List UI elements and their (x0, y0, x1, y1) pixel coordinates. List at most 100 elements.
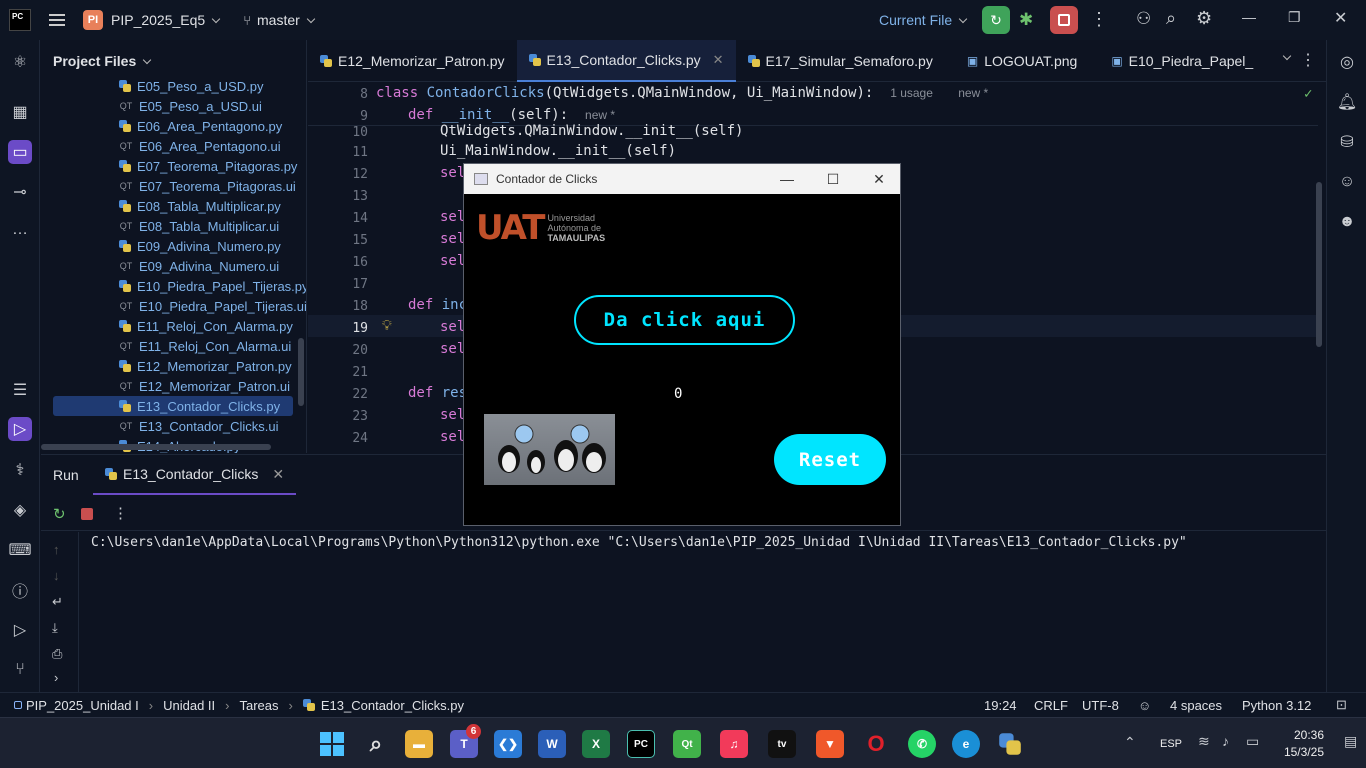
layers-icon[interactable]: ◈ (8, 498, 32, 522)
run-tab-title[interactable]: Run (53, 467, 79, 483)
teams-icon[interactable]: T6 (450, 724, 481, 758)
breadcrumb-item[interactable]: PIP_2025_Unidad I (26, 698, 139, 713)
reset-button[interactable]: Reset (774, 434, 886, 485)
more-tools-icon[interactable]: … (8, 218, 32, 242)
tab-e12[interactable]: E12_Memorizar_Patron.py (308, 40, 517, 82)
python-taskbar-icon[interactable] (999, 730, 1027, 758)
plugins-icon[interactable]: ⚛ (8, 50, 32, 74)
qt-maximize-icon[interactable]: ☐ (810, 164, 856, 194)
tree-item[interactable]: QT E13_Contador_Clicks.ui (119, 416, 279, 436)
tree-item[interactable]: QT E12_Memorizar_Patron.ui (119, 376, 290, 396)
tab-e13[interactable]: E13_Contador_Clicks.py ✕ (516, 39, 736, 82)
indent-setting[interactable]: 4 spaces (1170, 698, 1222, 713)
file-explorer-icon[interactable]: ▬ (405, 730, 433, 758)
qt-window-titlebar[interactable]: Contador de Clicks — ☐ ✕ (464, 164, 900, 194)
run-config-tab[interactable]: E13_Contador_Clicks ✕ (93, 455, 297, 495)
windows-start-icon[interactable] (318, 730, 346, 758)
rerun-icon[interactable]: ↻ (53, 505, 66, 523)
run-button[interactable]: ↻ (982, 6, 1010, 34)
notifications-bell-icon[interactable]: 🔔︎ (1335, 90, 1359, 114)
stop-button[interactable] (1050, 6, 1078, 34)
tree-item[interactable]: QT E08_Tabla_Multiplicar.ui (119, 216, 279, 236)
python-console-icon[interactable]: ⚕ (8, 458, 32, 482)
file-encoding[interactable]: UTF-8 (1082, 698, 1119, 713)
tree-item[interactable]: E11_Reloj_Con_Alarma.py (119, 316, 293, 336)
breadcrumb-item[interactable]: Tareas (240, 698, 279, 713)
minimize-icon[interactable]: — (1242, 9, 1256, 25)
notification-center-icon[interactable]: ▤ (1344, 733, 1357, 750)
music-icon[interactable]: ♫ (720, 730, 748, 758)
line-separator[interactable]: CRLF (1034, 698, 1068, 713)
edge-icon[interactable]: e (952, 730, 980, 758)
tree-item[interactable]: QT E07_Teorema_Pitagoras.ui (119, 176, 296, 196)
run-tool-icon[interactable]: ▷ (8, 417, 32, 441)
click-here-button[interactable]: Da click aqui (574, 295, 795, 345)
print-icon[interactable]: ⎙ (52, 646, 62, 662)
qt-minimize-icon[interactable]: — (764, 164, 810, 194)
todo-list-icon[interactable]: ☰ (8, 378, 32, 402)
run-config-selector[interactable]: Current File (879, 12, 968, 28)
tree-item[interactable]: QT E09_Adivina_Numero.ui (119, 256, 279, 276)
qt-close-icon[interactable]: ✕ (856, 164, 902, 194)
settings-gear-icon[interactable]: ⚙ (1196, 8, 1212, 29)
opera-icon[interactable]: O (862, 730, 890, 758)
breadcrumb-item[interactable]: E13_Contador_Clicks.py (321, 698, 464, 713)
maximize-icon[interactable]: ❐ (1288, 9, 1301, 26)
close-tab-icon[interactable]: ✕ (272, 466, 284, 483)
tree-item[interactable]: QT E10_Piedra_Papel_Tijeras.ui (119, 296, 306, 316)
tree-item[interactable]: E08_Tabla_Multiplicar.py (119, 196, 281, 216)
project-folder-icon[interactable]: ▭ (8, 140, 32, 164)
tree-item[interactable]: E13_Contador_Clicks.py (53, 396, 293, 416)
clock-date[interactable]: 15/3/25 (1280, 745, 1324, 759)
clock-time[interactable]: 20:36 (1286, 728, 1324, 742)
tab-logo[interactable]: ▣ LOGOUAT.png (955, 40, 1089, 82)
tree-item[interactable]: QT E06_Area_Pentagono.ui (119, 136, 281, 156)
arrow-up-icon[interactable]: ↑ (53, 542, 60, 557)
tree-item[interactable]: QT E05_Peso_a_USD.ui (119, 96, 262, 116)
close-tab-icon[interactable]: ✕ (713, 52, 724, 68)
pycharm-icon[interactable]: PC (627, 730, 655, 758)
volume-icon[interactable]: ♪ (1222, 733, 1229, 749)
search-icon[interactable]: ⌕ (362, 730, 390, 758)
expand-icon[interactable]: › (54, 670, 58, 685)
tab-e10[interactable]: ▣ E10_Piedra_Papel_ (1099, 40, 1265, 82)
python-interpreter[interactable]: Python 3.12 (1242, 698, 1311, 713)
lock-icon[interactable]: ⊡ (1336, 697, 1347, 713)
main-menu-icon[interactable] (49, 14, 65, 26)
more-options-icon[interactable]: ⋮ (1090, 9, 1108, 30)
commit-icon[interactable]: ⊸ (8, 180, 32, 204)
tab-e17[interactable]: E17_Simular_Semaforo.py (736, 40, 945, 82)
chat-icon[interactable]: ☻ (1335, 210, 1359, 234)
tree-horizontal-scrollbar[interactable] (41, 444, 271, 450)
scroll-to-end-icon[interactable]: ⤓ (52, 620, 58, 636)
close-icon[interactable]: ✕ (1334, 8, 1347, 28)
project-selector[interactable]: PIP_2025_Eq5 (111, 12, 221, 28)
services-icon[interactable]: ▷ (8, 618, 32, 642)
soft-wrap-icon[interactable]: ↵ (52, 594, 63, 610)
tree-item[interactable]: QT E11_Reloj_Con_Alarma.ui (119, 336, 292, 356)
whatsapp-icon[interactable]: ✆ (908, 730, 936, 758)
database-icon[interactable]: ⛁ (1335, 130, 1359, 154)
vscode-icon[interactable]: ❮❯ (494, 730, 522, 758)
more-options-icon[interactable]: ⋮ (113, 504, 128, 522)
git-icon[interactable]: ⑂ (8, 658, 32, 682)
tree-item[interactable]: E09_Adivina_Numero.py (119, 236, 281, 256)
tree-item[interactable]: E05_Peso_a_USD.py (119, 76, 263, 96)
tree-vertical-scrollbar[interactable] (298, 338, 304, 406)
editor-scrollbar[interactable] (1316, 182, 1322, 347)
apple-tv-icon[interactable]: tv (768, 730, 796, 758)
brave-icon[interactable]: ▼ (816, 730, 844, 758)
tabs-overflow-chevron-icon[interactable] (1282, 51, 1292, 61)
word-icon[interactable]: W (538, 730, 566, 758)
add-user-icon[interactable]: ⚇ (1136, 9, 1151, 29)
ai-assistant-icon[interactable]: ◎ (1335, 50, 1359, 74)
arrow-down-icon[interactable]: ↓ (53, 568, 60, 583)
terminal-icon[interactable]: ⌨ (8, 538, 32, 562)
project-badge[interactable]: PI (83, 10, 103, 30)
system-tray-chevron-icon[interactable]: ⌃ (1124, 734, 1136, 751)
tree-item[interactable]: E10_Piedra_Papel_Tijeras.py (119, 276, 306, 296)
language-indicator[interactable]: ESP (1160, 738, 1182, 750)
stop-icon[interactable] (81, 508, 93, 520)
search-icon[interactable]: ⌕ (1166, 8, 1176, 29)
copilot-icon[interactable]: ☺ (1335, 170, 1359, 194)
